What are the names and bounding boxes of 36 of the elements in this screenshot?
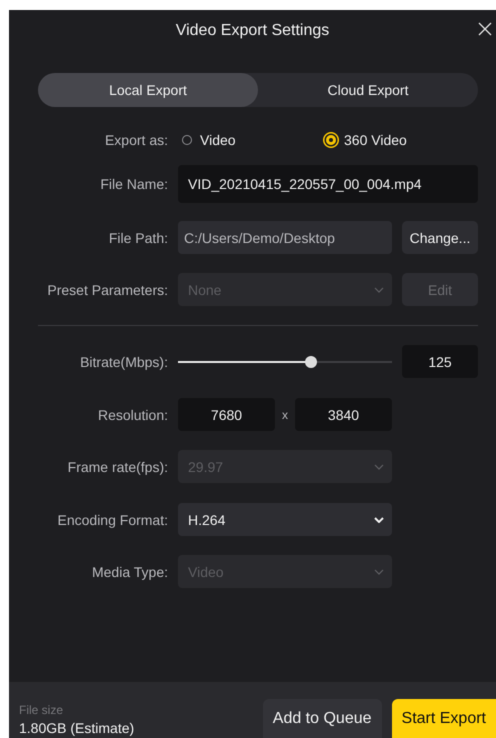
tab[interactable]: Cloud Export (258, 73, 478, 107)
chevron-down-icon (374, 286, 384, 292)
file-size-value: 1.80GB (Estimate) (19, 720, 136, 736)
file-size-label: File size (19, 703, 64, 717)
field-label: File Path: (108, 230, 169, 246)
field-label: Resolution: (96, 406, 169, 422)
file-path-field[interactable]: C:/Users/Demo/Desktop (178, 221, 392, 254)
change-button[interactable]: Change... (402, 221, 478, 254)
field-label: Frame rate(fps): (66, 458, 169, 474)
add-to-queue-button[interactable]: Add to Queue (262, 699, 382, 738)
field-label: Export as: (104, 132, 169, 148)
radio-label: 360 Video (344, 132, 407, 148)
field-label: Media Type: (90, 564, 169, 580)
window-title: Video Export Settings (176, 22, 330, 40)
radio-option[interactable]: Video (182, 132, 322, 148)
dropdown[interactable]: H.264 (178, 503, 392, 536)
radio-icon[interactable] (326, 134, 336, 144)
radio-label: Video (200, 132, 236, 148)
field-label: Encoding Format: (56, 512, 169, 528)
start-export-button[interactable]: Start Export (392, 699, 496, 738)
chevron-down-icon (374, 464, 384, 470)
separator: x (281, 408, 289, 422)
height-field[interactable]: 3840 (295, 398, 392, 431)
slider-thumb[interactable] (304, 356, 317, 368)
chevron-down-icon (374, 516, 384, 522)
width-field[interactable]: 7680 (178, 398, 275, 431)
field-label: Bitrate(Mbps): (79, 354, 169, 370)
tab[interactable]: Local Export (38, 73, 258, 107)
radio-icon[interactable] (182, 134, 192, 144)
chevron-down-icon (374, 568, 384, 574)
close-icon[interactable] (478, 22, 492, 36)
field-label: Preset Parameters: (46, 282, 169, 298)
field-label: File Name: (99, 176, 169, 192)
radio-option[interactable]: 360 Video (326, 132, 466, 148)
file-name-field[interactable]: VID_20210415_220557_00_004.mp4 (178, 164, 478, 202)
bitrate-field[interactable]: 125 (402, 345, 478, 378)
